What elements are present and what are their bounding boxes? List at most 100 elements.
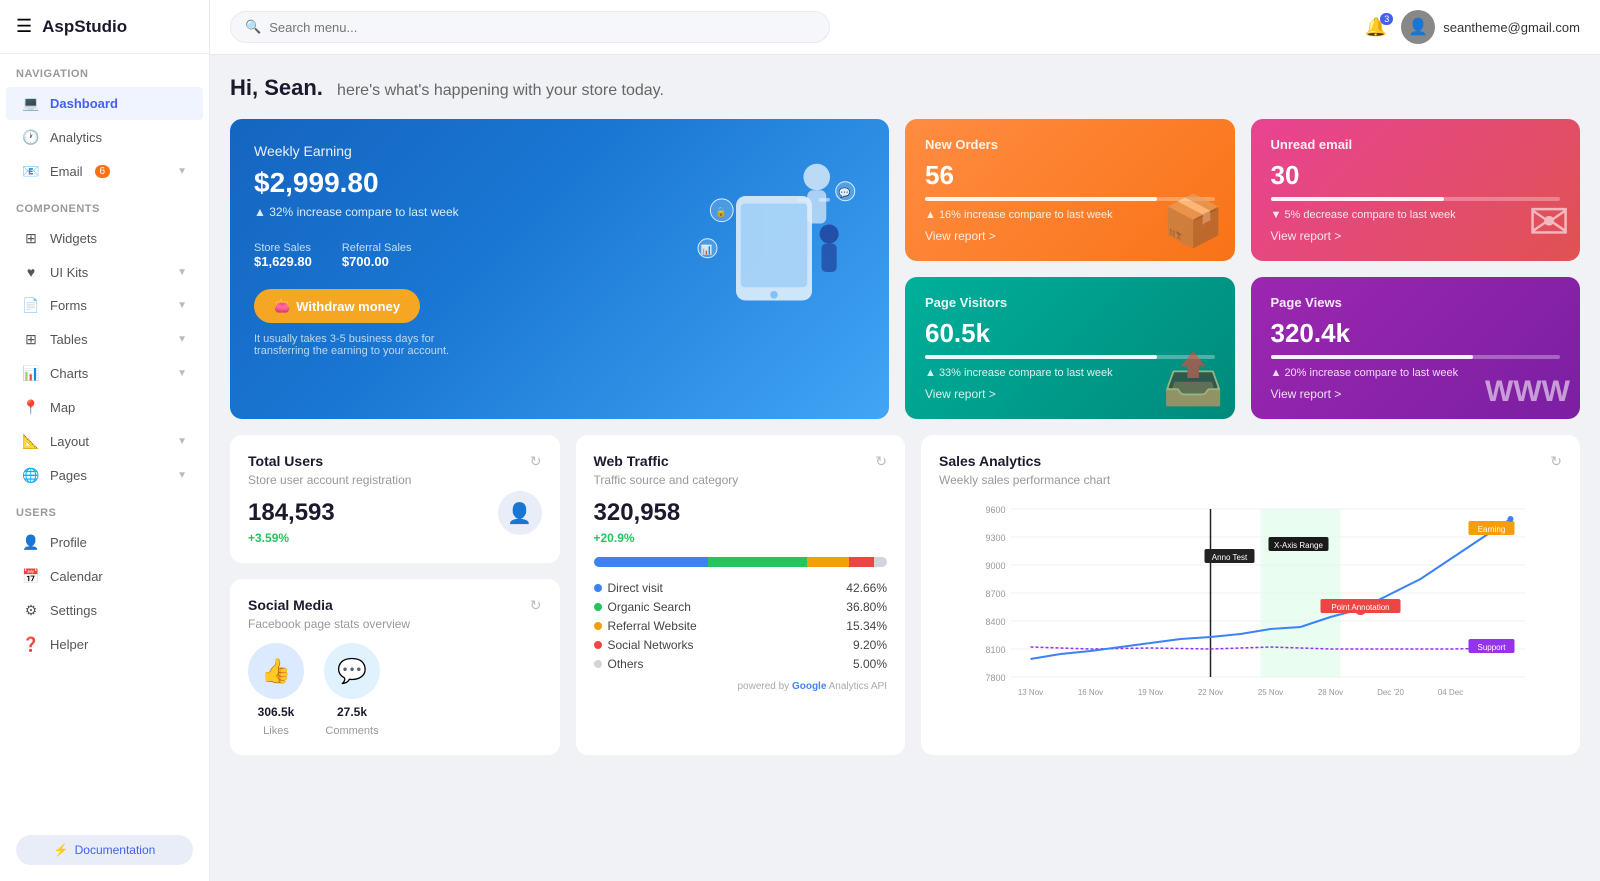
menu-icon[interactable]: ☰: [16, 16, 32, 37]
calendar-icon: 📅: [22, 568, 40, 585]
analytics-icon: 🕐: [22, 129, 40, 146]
referral-sales-value: $700.00: [342, 254, 412, 269]
sidebar-item-calendar[interactable]: 📅 Calendar: [6, 560, 203, 593]
withdraw-note: It usually takes 3-5 business days for t…: [254, 333, 474, 357]
sidebar-logo[interactable]: ☰ AspStudio: [0, 0, 209, 54]
forms-icon: 📄: [22, 297, 40, 314]
new-orders-card: New Orders 56 ▲ 16% increase compare to …: [905, 119, 1235, 261]
page-views-view-report[interactable]: View report >: [1271, 387, 1342, 401]
map-icon: 📍: [22, 399, 40, 416]
chevron-tables: ▼: [177, 334, 187, 345]
sidebar-item-dashboard[interactable]: 💻 Dashboard: [6, 87, 203, 120]
charts-icon: 📊: [22, 365, 40, 382]
traffic-row-referral-website: Referral Website 15.34%: [594, 619, 888, 633]
svg-text:8400: 8400: [985, 617, 1005, 627]
search-input[interactable]: [269, 20, 815, 35]
user-info[interactable]: 👤 seantheme@gmail.com: [1401, 10, 1580, 44]
greeting: Hi, Sean. here's what's happening with y…: [230, 75, 1580, 101]
total-users-refresh[interactable]: ↻: [530, 453, 542, 470]
page-visitors-view-report[interactable]: View report >: [925, 387, 996, 401]
sidebar-item-pages[interactable]: 🌐 Pages ▼: [6, 459, 203, 492]
profile-icon: 👤: [22, 534, 40, 551]
web-traffic-card: ↻ Web Traffic Traffic source and categor…: [576, 435, 906, 755]
traffic-percent: 36.80%: [846, 600, 887, 614]
sales-chart-area: 9600 9300 9000 8700 8400 8100 7800 13 No…: [939, 499, 1562, 702]
withdraw-button[interactable]: 👛 Withdraw money: [254, 289, 420, 323]
sidebar-item-email[interactable]: 📧 Email 6 ▼: [6, 155, 203, 188]
svg-text:16 Nov: 16 Nov: [1078, 688, 1103, 697]
traffic-dot: [594, 622, 602, 630]
new-orders-title: New Orders: [925, 137, 1215, 152]
svg-text:04 Dec: 04 Dec: [1438, 688, 1463, 697]
sidebar-item-forms[interactable]: 📄 Forms ▼: [6, 289, 203, 322]
content-area: Hi, Sean. here's what's happening with y…: [210, 55, 1600, 881]
sidebar-item-label-analytics: Analytics: [50, 130, 102, 145]
sales-analytics-title: Sales Analytics: [939, 453, 1562, 469]
sidebar-item-map[interactable]: 📍 Map: [6, 391, 203, 424]
comments-icon: 💬: [324, 643, 380, 699]
sidebar-item-charts[interactable]: 📊 Charts ▼: [6, 357, 203, 390]
sidebar-section-components: Components: [0, 189, 209, 221]
sales-analytics-refresh[interactable]: ↻: [1550, 453, 1562, 470]
avatar: 👤: [1401, 10, 1435, 44]
page-views-progress: [1271, 355, 1561, 359]
likes-icon: 👍: [248, 643, 304, 699]
settings-icon: ⚙: [22, 602, 40, 619]
uikits-icon: ♥: [22, 264, 40, 280]
sidebar-item-settings[interactable]: ⚙ Settings: [6, 594, 203, 627]
topbar: 🔍 🔔 3 👤 seantheme@gmail.com: [210, 0, 1600, 55]
sidebar-item-label-pages: Pages: [50, 468, 87, 483]
chevron-email: ▼: [177, 166, 187, 177]
traffic-legend: Direct visit 42.66% Organic Search 36.80…: [594, 581, 888, 671]
search-icon: 🔍: [245, 19, 261, 35]
web-traffic-refresh[interactable]: ↻: [875, 453, 887, 470]
social-media-title: Social Media: [248, 597, 542, 613]
svg-text:22 Nov: 22 Nov: [1198, 688, 1223, 697]
sidebar-item-tables[interactable]: ⊞ Tables ▼: [6, 323, 203, 356]
page-views-progress-fill: [1271, 355, 1474, 359]
sidebar-item-label-profile: Profile: [50, 535, 87, 550]
new-orders-value: 56: [925, 160, 1215, 191]
sidebar-item-label-uikits: UI Kits: [50, 265, 88, 280]
svg-text:Dec '20: Dec '20: [1377, 688, 1404, 697]
social-icons-row: 👍 306.5k Likes 💬 27.5k Comments: [248, 643, 542, 737]
traffic-dot: [594, 660, 602, 668]
unread-email-view-report[interactable]: View report >: [1271, 229, 1342, 243]
sales-analytics-subtitle: Weekly sales performance chart: [939, 473, 1562, 487]
traffic-percent: 5.00%: [853, 657, 887, 671]
page-visitors-card: Page Visitors 60.5k ▲ 33% increase compa…: [905, 277, 1235, 419]
card-illustration: 🔒 📊 💬: [679, 139, 869, 319]
sidebar-item-helper[interactable]: ❓ Helper: [6, 628, 203, 661]
weekly-earning-card: Weekly Earning $2,999.80 ▲ 32% increase …: [230, 119, 889, 419]
stat-cards-col-2: Unread email 30 ▼ 5% decrease compare to…: [1251, 119, 1581, 419]
traffic-percent: 42.66%: [846, 581, 887, 595]
store-sales-label: Store Sales: [254, 242, 311, 254]
svg-text:9600: 9600: [985, 505, 1005, 515]
sidebar-item-label-forms: Forms: [50, 298, 87, 313]
search-box[interactable]: 🔍: [230, 11, 830, 43]
stat-cards-col-1: New Orders 56 ▲ 16% increase compare to …: [905, 119, 1235, 419]
sidebar-item-widgets[interactable]: ⊞ Widgets: [6, 222, 203, 255]
svg-text:💬: 💬: [839, 187, 851, 199]
svg-text:25 Nov: 25 Nov: [1258, 688, 1283, 697]
documentation-button[interactable]: ⚡ Documentation: [16, 835, 193, 865]
sidebar-item-label-dashboard: Dashboard: [50, 96, 118, 111]
widgets-icon: ⊞: [22, 230, 40, 247]
chevron-charts: ▼: [177, 368, 187, 379]
notification-button[interactable]: 🔔 3: [1365, 17, 1387, 38]
sales-chart-svg: 9600 9300 9000 8700 8400 8100 7800 13 No…: [939, 499, 1562, 699]
unread-email-progress-fill: [1271, 197, 1445, 201]
web-traffic-subtitle: Traffic source and category: [594, 473, 888, 487]
traffic-seg-referral-website: [807, 557, 848, 567]
sidebar-item-analytics[interactable]: 🕐 Analytics: [6, 121, 203, 154]
sidebar-item-profile[interactable]: 👤 Profile: [6, 526, 203, 559]
new-orders-view-report[interactable]: View report >: [925, 229, 996, 243]
sidebar: ☰ AspStudio Navigation 💻 Dashboard 🕐 Ana…: [0, 0, 210, 881]
social-media-refresh[interactable]: ↻: [530, 597, 542, 614]
sidebar-item-layout[interactable]: 📐 Layout ▼: [6, 425, 203, 458]
sidebar-item-uikits[interactable]: ♥ UI Kits ▼: [6, 256, 203, 288]
comments-label: Comments: [325, 725, 378, 737]
dashboard-icon: 💻: [22, 95, 40, 112]
comments-value: 27.5k: [337, 705, 367, 719]
sidebar-item-label-settings: Settings: [50, 603, 97, 618]
